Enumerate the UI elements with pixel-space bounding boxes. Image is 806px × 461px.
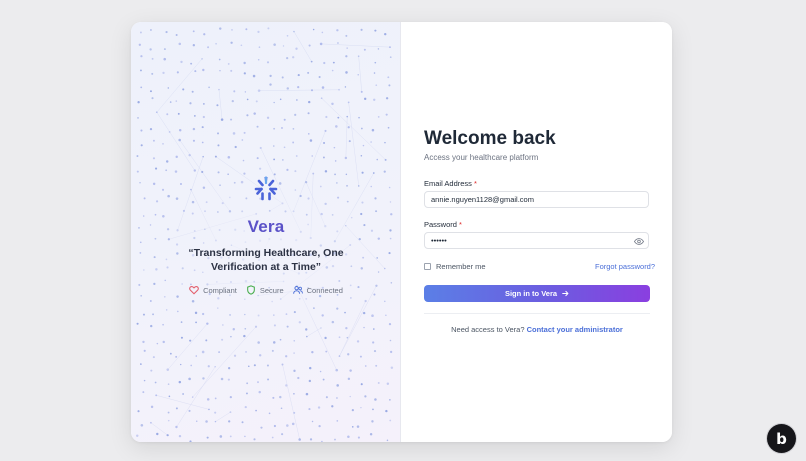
corner-badge-letter: b [776,429,787,448]
remember-checkbox[interactable] [424,263,431,270]
badge-compliant-label: Compliant [203,285,237,295]
sign-in-button[interactable]: Sign in to Vera [424,285,650,302]
required-mark: * [459,220,462,229]
access-prompt: Need access to Vera? Contact your admini… [424,325,650,334]
users-icon [292,286,303,294]
vera-logo-icon [254,176,278,201]
forgot-password-link[interactable]: Forgot password? [595,262,655,271]
login-panel: Welcome back Access your healthcare plat… [401,22,672,442]
heart-icon [189,286,199,295]
arrow-right-icon [562,290,569,297]
remember-label: Remember me [436,262,486,271]
trust-badges: Compliant Secure Connected [189,285,343,295]
password-field[interactable] [424,232,649,249]
remember-me[interactable]: Remember me [424,262,486,271]
contact-admin-link[interactable]: Contact your administrator [527,325,623,334]
login-card: Vera “Transforming Healthcare, One Verif… [131,22,672,442]
eye-icon [634,237,644,245]
brand-panel: Vera “Transforming Healthcare, One Verif… [131,22,401,442]
badge-secure-label: Secure [259,285,284,295]
sign-in-label: Sign in to Vera [504,289,558,298]
required-mark: * [474,179,477,188]
badge-connected: Connected [292,285,343,295]
email-field[interactable] [424,191,649,208]
brand-block: Vera “Transforming Healthcare, One Verif… [131,174,400,295]
brand-name: Vera [247,217,285,236]
page-subtitle: Access your healthcare platform [424,153,539,162]
divider [424,313,650,314]
brand-tagline: “Transforming Healthcare, One Verificati… [188,247,344,273]
corner-logo-badge[interactable]: b [767,424,796,453]
badge-secure: Secure [246,285,284,295]
badge-compliant: Compliant [189,285,237,295]
email-label: Email Address * [424,179,477,188]
access-prompt-text: Need access to Vera? [451,325,527,334]
password-label: Password * [424,220,462,229]
shield-icon [246,285,255,295]
email-label-text: Email Address [424,179,472,188]
page-title: Welcome back [424,128,556,149]
badge-connected-label: Connected [306,285,343,295]
password-label-text: Password [424,220,457,229]
toggle-password-visibility[interactable] [634,237,644,245]
